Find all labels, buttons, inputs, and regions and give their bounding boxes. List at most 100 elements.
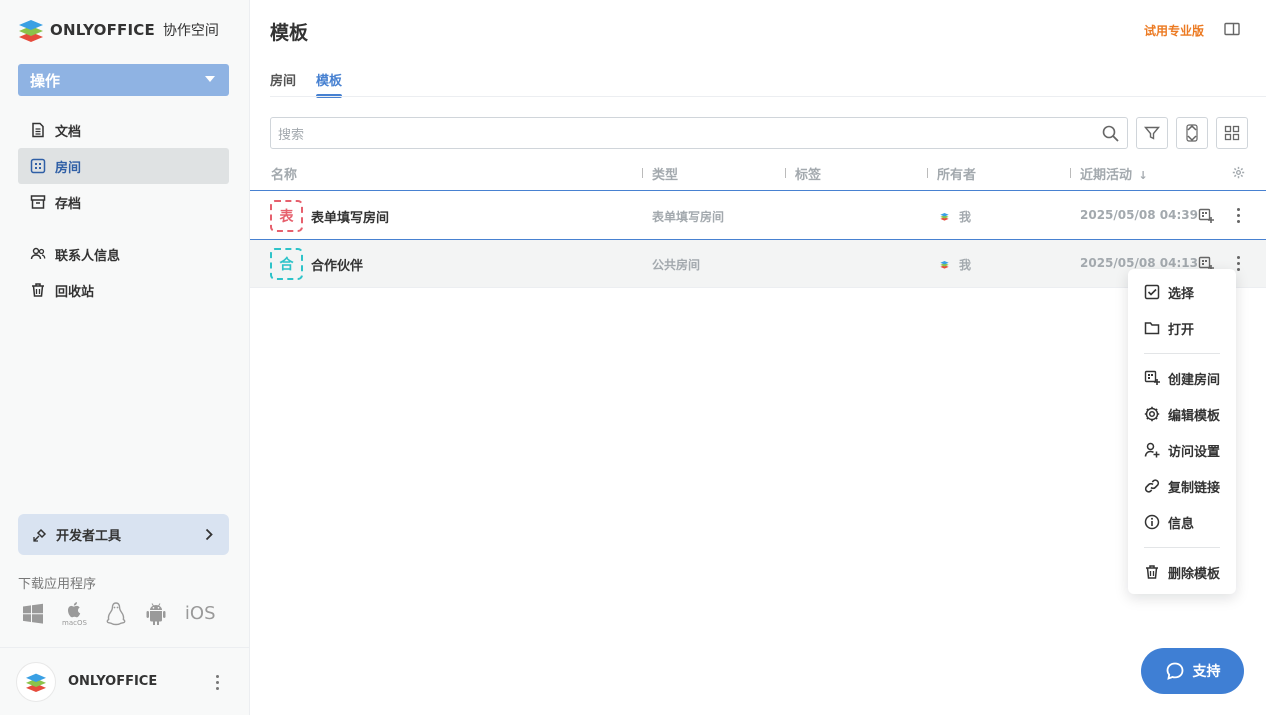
- view-toggle-button[interactable]: [1216, 117, 1248, 149]
- main-content: 模板 试用专业版 房间 模板 搜索 名称 类型 标签 所有者 近期活动 ↓ 表 …: [250, 0, 1266, 715]
- search-icon[interactable]: [1102, 125, 1119, 142]
- sidebar-item-archive[interactable]: 存档: [18, 184, 229, 220]
- avatar[interactable]: [16, 661, 56, 702]
- menu-divider: [1144, 353, 1220, 354]
- trash-icon: [1146, 565, 1158, 579]
- developer-tools-button[interactable]: 开发者工具: [18, 514, 229, 555]
- owner-avatar-icon: [940, 261, 949, 269]
- sidebar-item-rooms[interactable]: 房间: [18, 148, 229, 184]
- more-options-icon[interactable]: [216, 675, 219, 690]
- owner-avatar-icon: [940, 213, 949, 221]
- menu-divider: [1144, 547, 1220, 548]
- settings-gear-icon[interactable]: [1232, 166, 1245, 179]
- sort-icon: [1186, 124, 1198, 142]
- sidebar-item-documents[interactable]: 文档: [18, 112, 229, 148]
- menu-item-label: 访问设置: [1168, 444, 1221, 460]
- filter-button[interactable]: [1136, 117, 1168, 149]
- menu-item-label: 编辑模板: [1168, 408, 1221, 424]
- menu-item-copy-link[interactable]: 复制链接: [1144, 474, 1220, 498]
- actions-button[interactable]: 操作: [18, 64, 229, 96]
- room-type: 公共房间: [652, 258, 701, 272]
- user-plus-icon: [1144, 442, 1160, 458]
- sort-button[interactable]: [1176, 117, 1208, 149]
- app-window: ONLYOFFICE 协作空间 操作 文档 房间 存档 联系人信息 回收站 开发…: [0, 0, 1266, 715]
- room-logo-icon: 合: [270, 248, 303, 280]
- table-header: 名称 类型 标签 所有者 近期活动 ↓: [250, 160, 1266, 191]
- info-panel-toggle-icon[interactable]: [1224, 22, 1240, 36]
- linux-icon[interactable]: [105, 601, 127, 627]
- create-room-icon: [1144, 370, 1160, 385]
- caret-down-icon: [205, 76, 215, 82]
- link-icon: [1144, 479, 1160, 493]
- room-logo-icon: 表: [270, 200, 303, 232]
- row-more-icon[interactable]: [1237, 256, 1240, 271]
- menu-item-delete-template[interactable]: 删除模板: [1144, 560, 1220, 584]
- sort-arrow-icon: ↓: [1138, 169, 1148, 182]
- column-header-tags[interactable]: 标签: [795, 164, 821, 183]
- ios-icon[interactable]: iOS: [185, 603, 216, 624]
- developer-tools-icon: [33, 528, 47, 542]
- actions-button-label: 操作: [30, 71, 61, 90]
- chat-bubble-icon: [1166, 662, 1183, 680]
- menu-item-label: 选择: [1168, 286, 1195, 302]
- sidebar-item-label: 回收站: [55, 284, 95, 300]
- profile-block[interactable]: ONLYOFFICE: [0, 647, 249, 715]
- column-header-activity-label: 近期活动: [1080, 168, 1133, 183]
- column-header-owner[interactable]: 所有者: [937, 164, 976, 183]
- developer-tools-label: 开发者工具: [56, 529, 122, 544]
- table-row[interactable]: 合 合作伙伴 公共房间 我 2025/05/08 04:13: [250, 240, 1266, 288]
- tab-templates[interactable]: 模板: [316, 70, 343, 98]
- document-icon: [32, 122, 44, 138]
- search-placeholder: 搜索: [278, 127, 305, 143]
- download-apps-title: 下载应用程序: [18, 577, 97, 592]
- logo[interactable]: ONLYOFFICE 协作空间: [18, 18, 219, 42]
- trash-icon: [32, 283, 44, 297]
- search-input[interactable]: 搜索: [270, 117, 1128, 149]
- menu-item-select[interactable]: 选择: [1144, 280, 1194, 304]
- android-icon[interactable]: [145, 602, 167, 626]
- menu-item-edit-template[interactable]: 编辑模板: [1144, 402, 1220, 426]
- column-header-name[interactable]: 名称: [271, 164, 297, 183]
- folder-icon: [1144, 322, 1160, 335]
- column-resizer[interactable]: [927, 168, 928, 178]
- contacts-icon: [30, 247, 46, 260]
- room-name[interactable]: 表单填写房间: [311, 207, 389, 226]
- sidebar-item-trash[interactable]: 回收站: [18, 272, 229, 308]
- menu-item-create-room[interactable]: 创建房间: [1144, 366, 1220, 390]
- support-button[interactable]: 支持: [1141, 648, 1244, 694]
- menu-item-label: 复制链接: [1168, 480, 1221, 496]
- tab-rooms[interactable]: 房间: [270, 70, 296, 97]
- sidebar: ONLYOFFICE 协作空间 操作 文档 房间 存档 联系人信息 回收站 开发…: [0, 0, 250, 715]
- sidebar-item-label: 联系人信息: [55, 248, 121, 264]
- archive-icon: [30, 195, 46, 209]
- room-name[interactable]: 合作伙伴: [311, 255, 363, 274]
- row-more-icon[interactable]: [1237, 208, 1240, 223]
- tab-divider: [270, 96, 1266, 97]
- room-owner: 我: [940, 208, 971, 225]
- gear-icon: [1144, 406, 1160, 422]
- table-row[interactable]: 表 表单填写房间 表单填写房间 我 2025/05/08 04:39: [250, 192, 1266, 240]
- rooms-icon: [30, 158, 46, 174]
- menu-item-open[interactable]: 打开: [1144, 316, 1194, 340]
- macos-label: macOS: [62, 619, 87, 627]
- profile-name: ONLYOFFICE: [68, 674, 158, 689]
- page-title: 模板: [270, 22, 309, 44]
- macos-icon[interactable]: macOS: [62, 600, 87, 627]
- menu-item-info[interactable]: 信息: [1144, 510, 1194, 534]
- create-room-icon[interactable]: [1198, 208, 1214, 224]
- onlyoffice-logo-icon: [19, 20, 43, 42]
- try-pro-link[interactable]: 试用专业版: [1144, 22, 1204, 39]
- menu-item-access-settings[interactable]: 访问设置: [1144, 438, 1220, 462]
- logo-text: ONLYOFFICE: [50, 21, 155, 39]
- menu-item-label: 删除模板: [1168, 566, 1221, 582]
- sidebar-item-contacts[interactable]: 联系人信息: [18, 236, 229, 272]
- sidebar-item-label: 房间: [55, 160, 82, 176]
- last-activity: 2025/05/08 04:13: [1080, 256, 1198, 270]
- column-header-activity[interactable]: 近期活动 ↓: [1080, 164, 1148, 183]
- column-header-type[interactable]: 类型: [652, 164, 678, 183]
- column-resizer[interactable]: [785, 168, 786, 178]
- windows-icon[interactable]: [22, 603, 44, 625]
- menu-item-label: 信息: [1168, 516, 1195, 532]
- column-resizer[interactable]: [1070, 168, 1071, 178]
- column-resizer[interactable]: [642, 168, 643, 178]
